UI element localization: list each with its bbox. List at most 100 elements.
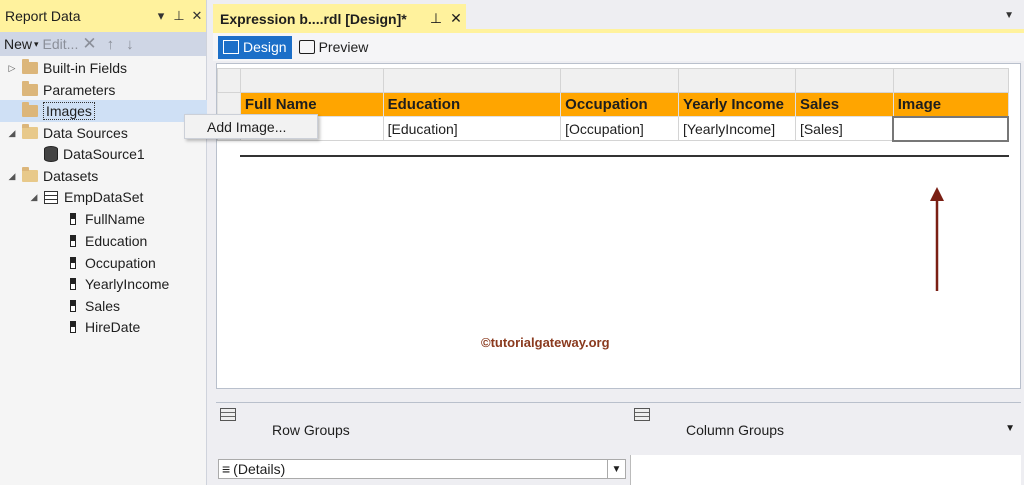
column-handles-row — [217, 68, 1009, 93]
row-handle[interactable] — [217, 92, 241, 117]
annotation-arrow — [930, 187, 944, 291]
column-groups-icon — [634, 408, 650, 421]
tree-item-label: Education — [85, 233, 148, 249]
delete-icon[interactable]: ✕ — [82, 34, 96, 54]
detail-cell[interactable]: [Occupation] — [560, 116, 680, 141]
detail-cell[interactable]: [Sales] — [794, 116, 894, 141]
grouping-pane: Row Groups Column Groups ▼ ≡ (Details) ▼ — [216, 402, 1021, 485]
tree-item-label: Parameters — [43, 82, 116, 98]
design-view-button[interactable]: Design — [218, 35, 292, 59]
tree-item-builtin-fields[interactable]: ▷ Built-in Fields — [6, 58, 127, 78]
column-groups-area[interactable] — [630, 455, 1021, 485]
chevron-down-icon[interactable]: ▼ — [607, 460, 625, 478]
close-tab-icon[interactable]: ✕ — [446, 10, 466, 27]
tab-list-dropdown-icon[interactable]: ▼ — [1004, 10, 1014, 21]
column-handle[interactable] — [560, 68, 680, 93]
tree-item-parameters[interactable]: Parameters — [6, 80, 115, 100]
report-designer: Design Preview Full Name Education Occup… — [213, 29, 1024, 485]
field-icon — [70, 278, 76, 290]
tablix-bottom-border — [240, 155, 1009, 157]
image-detail-cell[interactable] — [892, 115, 1009, 142]
collapse-icon[interactable]: ◢ — [28, 192, 40, 203]
header-cell[interactable]: Sales — [794, 92, 894, 117]
detail-cell[interactable]: [YearlyIncome] — [678, 116, 796, 141]
field-icon — [70, 213, 76, 225]
design-label: Design — [243, 39, 287, 55]
tree-item-label: HireDate — [85, 319, 141, 335]
folder-open-icon — [22, 167, 38, 182]
view-toolbar: Design Preview — [213, 33, 1024, 61]
details-group-select[interactable]: ≡ (Details) ▼ — [218, 459, 626, 479]
column-handle[interactable] — [892, 68, 1009, 93]
add-image-menu-item[interactable]: Add Image... — [207, 119, 286, 135]
move-up-icon[interactable]: ↑ — [107, 36, 115, 53]
groups-dropdown-icon[interactable]: ▼ — [1005, 423, 1015, 434]
report-data-titlebar: Report Data ▾ ⊥ ✕ — [0, 0, 206, 32]
field-icon — [70, 300, 76, 312]
collapse-icon[interactable]: ◢ — [6, 128, 18, 139]
tree-item-field[interactable]: Education — [70, 231, 147, 251]
tree-item-label: Images — [43, 102, 95, 120]
new-button[interactable]: New — [4, 36, 32, 52]
field-icon — [70, 235, 76, 247]
header-cell[interactable]: Education — [382, 92, 562, 117]
tree-item-label: Built-in Fields — [43, 60, 128, 76]
expand-icon[interactable]: ▷ — [6, 63, 18, 74]
folder-icon — [22, 59, 38, 74]
dropdown-icon[interactable]: ▾ — [152, 8, 170, 24]
watermark: ©tutorialgateway.org — [481, 335, 610, 350]
column-handle[interactable] — [382, 68, 562, 93]
context-menu: Add Image... — [184, 114, 318, 139]
document-tab-title: Expression b....rdl [Design]* — [220, 10, 407, 27]
tablix-corner-handle[interactable] — [217, 68, 241, 93]
report-data-panel: Report Data ▾ ⊥ ✕ New ▾ Edit... ✕ ↑ ↓ ▷ … — [0, 0, 207, 485]
tree-item-data-sources[interactable]: ◢ Data Sources — [6, 123, 128, 143]
new-dropdown-icon[interactable]: ▾ — [34, 39, 39, 50]
tree-item-label: Data Sources — [43, 125, 128, 141]
tree-item-field[interactable]: Sales — [70, 296, 120, 316]
edit-button[interactable]: Edit... — [43, 36, 79, 52]
column-groups-label: Column Groups — [686, 422, 785, 438]
report-body-canvas[interactable]: Full Name Education Occupation Yearly In… — [216, 63, 1021, 389]
tree-item-datasets[interactable]: ◢ Datasets — [6, 166, 98, 186]
folder-open-icon — [22, 124, 38, 139]
column-handle[interactable] — [794, 68, 894, 93]
folder-icon — [22, 81, 38, 96]
detail-cell[interactable]: [Education] — [382, 116, 562, 141]
column-handle[interactable] — [678, 68, 796, 93]
tree-item-empdataset[interactable]: ◢ EmpDataSet — [28, 187, 144, 207]
header-cell[interactable]: Full Name — [239, 92, 384, 117]
tree-item-field[interactable]: HireDate — [70, 317, 140, 337]
preview-view-button[interactable]: Preview — [294, 36, 374, 59]
row-groups-label: Row Groups — [272, 422, 350, 438]
tree-item-label: Sales — [85, 298, 121, 314]
tree-item-label: Occupation — [85, 255, 156, 271]
row-groups-icon — [220, 408, 236, 421]
tree-item-label: Datasets — [43, 168, 99, 184]
tablix[interactable]: Full Name Education Occupation Yearly In… — [217, 68, 1009, 157]
column-handle[interactable] — [239, 68, 384, 93]
preview-icon — [298, 40, 315, 54]
database-icon — [44, 146, 58, 162]
move-down-icon[interactable]: ↓ — [126, 36, 134, 53]
report-data-toolbar: New ▾ Edit... ✕ ↑ ↓ — [0, 32, 206, 56]
table-header-row: Full Name Education Occupation Yearly In… — [217, 92, 1009, 117]
tree-item-datasource1[interactable]: DataSource1 — [44, 144, 145, 164]
group-icon: ≡ — [222, 461, 231, 477]
collapse-icon[interactable]: ◢ — [6, 171, 18, 182]
table-detail-row: [FullName] [Education] [Occupation] [Yea… — [217, 115, 1009, 142]
header-cell[interactable]: Occupation — [560, 92, 680, 117]
header-cell[interactable]: Yearly Income — [678, 92, 796, 117]
tree-item-label: FullName — [85, 211, 145, 227]
pin-icon[interactable]: ⊥ — [426, 10, 446, 27]
tree-item-field[interactable]: FullName — [70, 209, 145, 229]
pin-icon[interactable]: ⊥ — [170, 8, 188, 24]
tree-item-field[interactable]: YearlyIncome — [70, 274, 169, 294]
header-cell[interactable]: Image — [892, 92, 1009, 117]
field-icon — [70, 257, 76, 269]
tree-item-images[interactable]: Images — [6, 101, 95, 121]
folder-icon — [22, 102, 38, 117]
design-icon — [223, 40, 239, 54]
tree-item-field[interactable]: Occupation — [70, 253, 156, 273]
close-icon[interactable]: ✕ — [188, 8, 206, 24]
